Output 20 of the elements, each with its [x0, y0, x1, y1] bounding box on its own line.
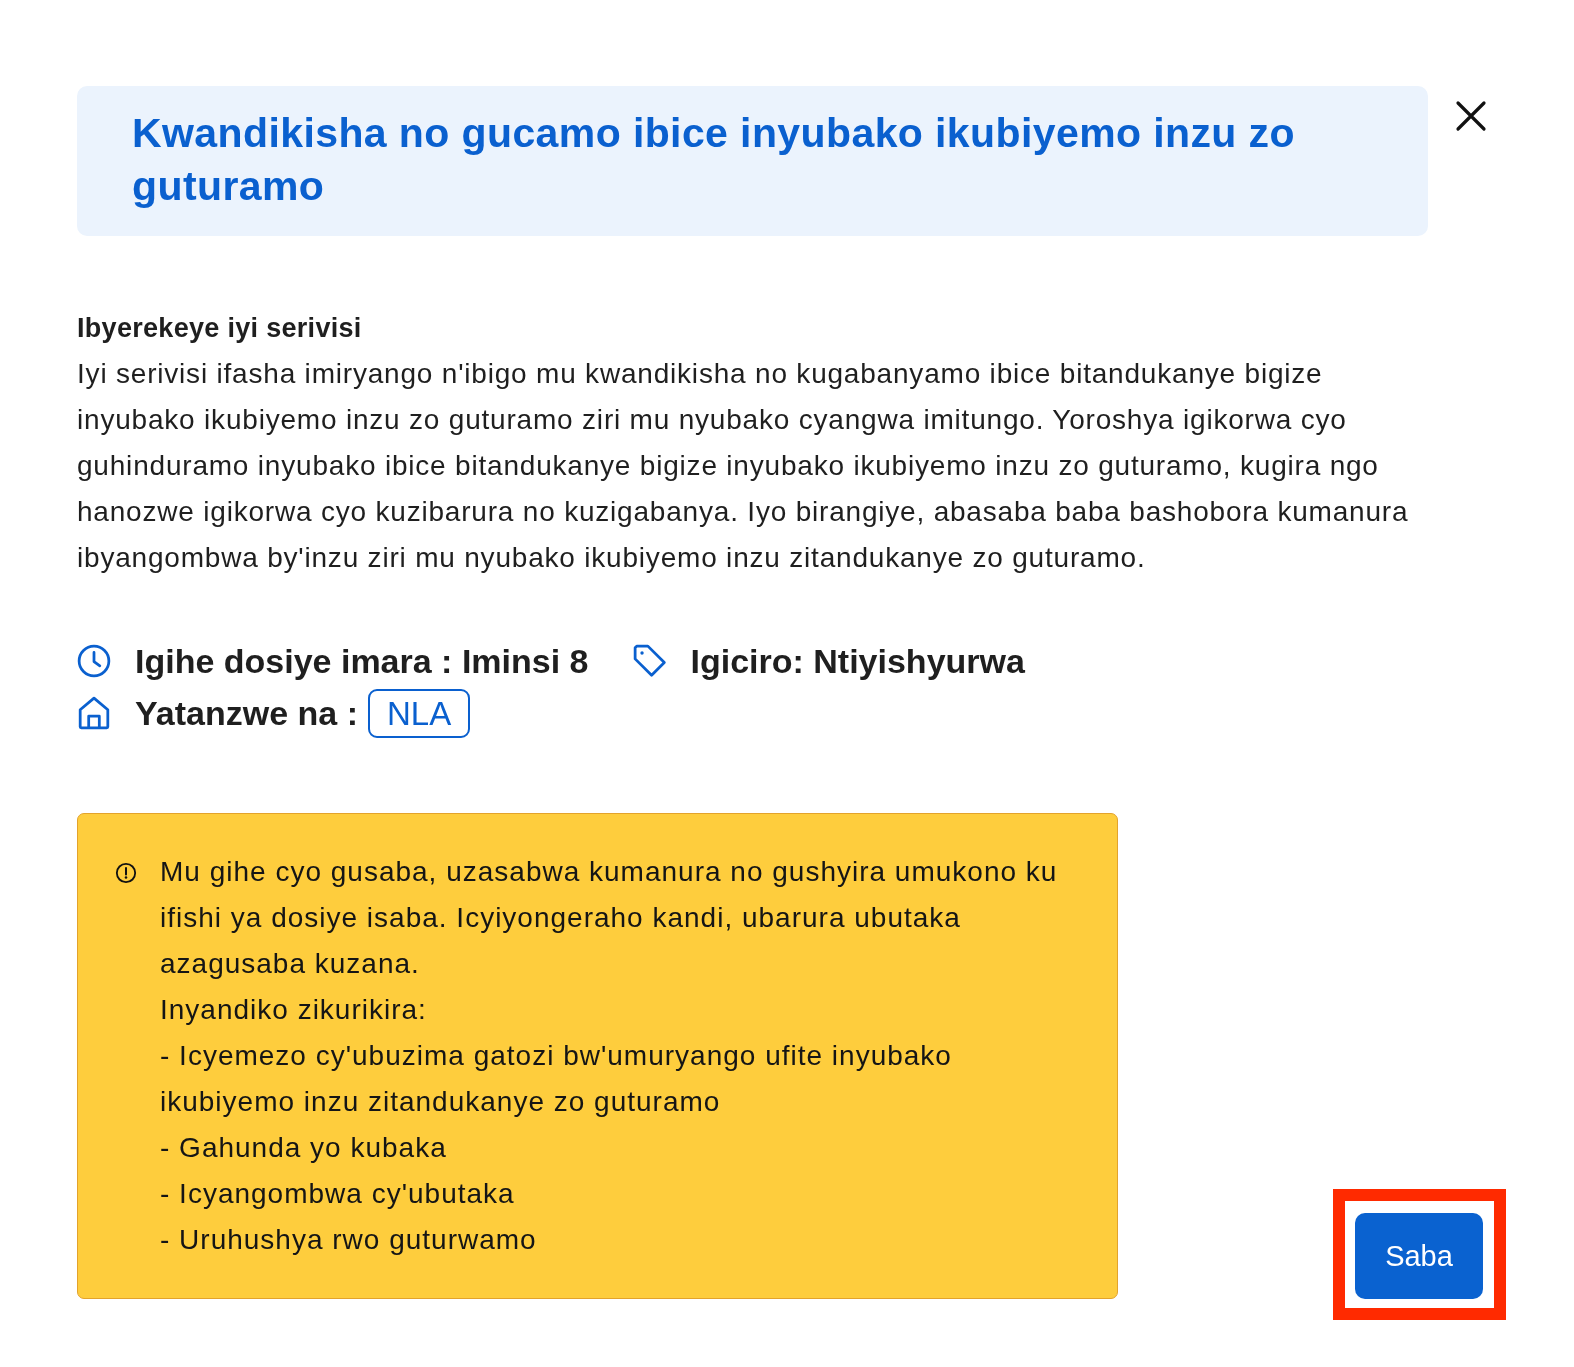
close-button[interactable] — [1455, 100, 1487, 132]
provider-label: Yatanzwe na : — [135, 693, 358, 734]
submit-button[interactable]: Saba — [1355, 1213, 1483, 1299]
notice-text: Inyandiko zikurikira: — [160, 993, 428, 1027]
house-icon — [77, 696, 111, 730]
tag-icon — [632, 644, 667, 678]
list-item: - Uruhushya rwo guturwamo — [160, 1223, 538, 1257]
description-text: Iyi serivisi ifasha imiryango n'ibigo mu kwandikisha no kugabanyamo ibice bitandukanye bigize inyubako ikubiyemo inzu zo guturamo ziri mu nyubako cyangwa imitungo. Yoroshya igikorwa cyo guhinduramo inyubako ibice bitandukanye bigize inyubako ikubiyemo inzu zo guturamo, kugira ngo hanozwe igikorwa cyo kuzibarura no kuzigabanya. Iyo birangiye, abasaba baba bashobora kumanura ibyangombwa by'inzu ziri mu nyubako ikubiyemo inzu zitandukanye zo guturamo. — [77, 357, 1410, 575]
info-icon — [115, 862, 137, 884]
close-icon — [1455, 100, 1487, 132]
duration-text: Igihe dosiye imara : Iminsi 8 — [135, 641, 589, 682]
notice-text: Mu gihe cyo gusaba, uzasabwa kumanura no gushyira umukono ku ifishi ya dosiye isaba. Icyiyongeraho kandi, ubarura ubutaka azagusaba kuzana. — [160, 855, 1059, 981]
list-item: - Icyangombwa cy'ubutaka — [160, 1177, 516, 1211]
list-item: - Gahunda yo kubaka — [160, 1131, 448, 1165]
dialog-title: Kwandikisha no gucamo ibice inyubako ikubiyemo inzu zo guturamo — [132, 109, 1296, 211]
provider-tag: NLA — [367, 688, 471, 738]
clock-icon — [77, 644, 111, 678]
price-text: Igiciro: Ntiyishyurwa — [690, 641, 1025, 682]
section-heading: Ibyerekeye iyi serivisi — [77, 312, 363, 345]
list-item: - Icyemezo cy'ubuzima gatozi bw'umuryango ufite inyubako ikubiyemo inzu zitandukanye zo guturamo — [160, 1039, 953, 1119]
